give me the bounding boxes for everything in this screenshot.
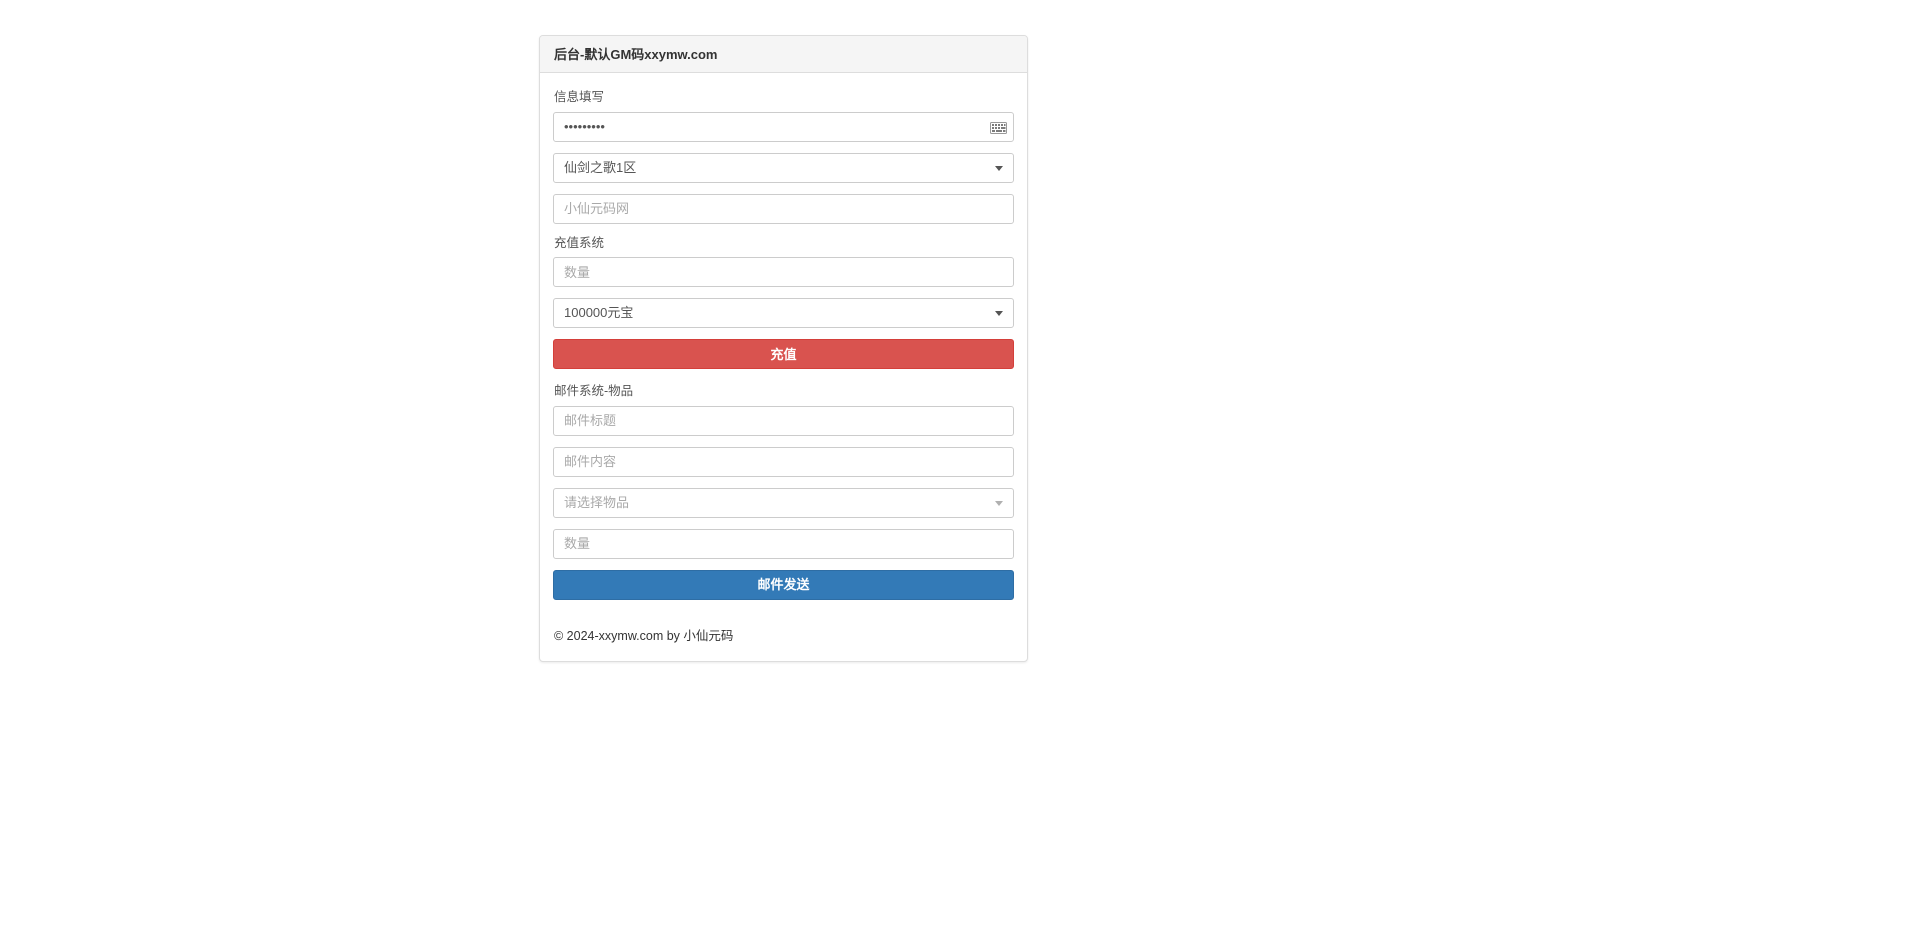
recharge-section-label: 充值系统 [554, 235, 605, 250]
account-input[interactable] [553, 193, 1014, 224]
mail-quantity-row [553, 528, 1014, 559]
mail-send-button[interactable]: 邮件发送 [553, 569, 1014, 600]
recharge-button-row: 充值 [553, 339, 1014, 369]
account-row [553, 193, 1014, 224]
gm-admin-panel: 后台-默认GM码xxymw.com 信息填写 ••••••••• 仙剑之歌1区 … [539, 35, 1028, 662]
mail-content-input[interactable] [553, 446, 1014, 477]
copyright-footer: © 2024-xxymw.com by 小仙元码 [554, 628, 734, 643]
recharge-amount-input[interactable] [553, 257, 1014, 287]
page-root: 后台-默认GM码xxymw.com 信息填写 ••••••••• 仙剑之歌1区 … [0, 0, 1920, 929]
currency-select-row: 100000元宝 [553, 298, 1014, 328]
currency-select-wrap: 100000元宝 [553, 298, 1014, 328]
server-select-row: 仙剑之歌1区 [553, 152, 1014, 183]
panel-body: 信息填写 ••••••••• 仙剑之歌1区 小仙元码网 充值系统 数量 1000… [540, 73, 1027, 661]
mail-send-button-row: 邮件发送 [553, 569, 1014, 600]
mail-item-select-row: 请选择物品 [553, 487, 1014, 518]
mail-title-row [553, 405, 1014, 436]
info-section-label: 信息填写 [554, 90, 605, 104]
page-title: 后台-默认GM码xxymw.com [554, 46, 718, 62]
mail-item-select-wrap: 请选择物品 [553, 487, 1014, 518]
mail-section-label: 邮件系统-物品 [554, 384, 634, 398]
gm-code-input[interactable] [553, 111, 1014, 142]
mail-content-row [553, 446, 1014, 477]
server-select[interactable]: 仙剑之歌1区 [553, 152, 1014, 183]
password-row [553, 111, 1014, 142]
recharge-amount-row [553, 257, 1014, 287]
mail-item-select[interactable]: 请选择物品 [553, 487, 1014, 518]
keyboard-icon[interactable] [990, 121, 1007, 134]
recharge-submit-button[interactable]: 充值 [553, 339, 1014, 369]
mail-title-input[interactable] [553, 405, 1014, 436]
currency-select[interactable]: 100000元宝 [553, 298, 1014, 328]
panel-header: 后台-默认GM码xxymw.com [540, 36, 1027, 73]
mail-quantity-input[interactable] [553, 528, 1014, 559]
server-select-wrap: 仙剑之歌1区 [553, 152, 1014, 183]
password-input-wrap [553, 111, 1014, 142]
